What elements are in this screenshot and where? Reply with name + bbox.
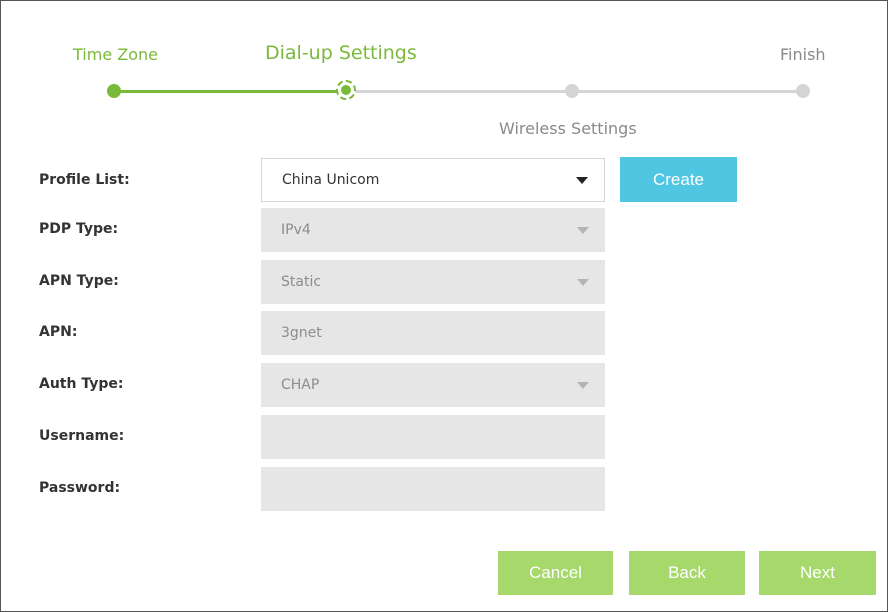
pdp-type-value: IPv4 bbox=[281, 222, 311, 238]
progress-track-complete bbox=[114, 90, 348, 93]
apn-label: APN: bbox=[39, 324, 78, 340]
quick-setup-panel: Time Zone Dial-up Settings Wireless Sett… bbox=[0, 0, 888, 612]
chevron-down-icon bbox=[577, 227, 589, 234]
apn-type-label: APN Type: bbox=[39, 273, 119, 289]
step-dot-wireless-settings bbox=[565, 84, 579, 98]
pdp-type-label: PDP Type: bbox=[39, 221, 119, 237]
step-wireless-settings: Wireless Settings bbox=[499, 119, 637, 138]
auth-type-label: Auth Type: bbox=[39, 376, 124, 392]
step-finish: Finish bbox=[780, 45, 826, 64]
next-button[interactable]: Next bbox=[759, 551, 876, 595]
step-dialup-settings: Dial-up Settings bbox=[265, 42, 417, 64]
step-dot-dialup-settings bbox=[336, 80, 356, 100]
username-label: Username: bbox=[39, 428, 125, 444]
auth-type-select[interactable]: CHAP bbox=[261, 363, 605, 407]
password-label: Password: bbox=[39, 480, 121, 496]
apn-type-select[interactable]: Static bbox=[261, 260, 605, 304]
create-button[interactable]: Create bbox=[620, 157, 737, 202]
back-button[interactable]: Back bbox=[629, 551, 745, 595]
step-time-zone: Time Zone bbox=[73, 45, 158, 64]
profile-list-value: China Unicom bbox=[282, 172, 380, 188]
username-input[interactable] bbox=[261, 415, 605, 459]
step-dot-finish bbox=[796, 84, 810, 98]
profile-list-label: Profile List: bbox=[39, 172, 130, 188]
apn-value: 3gnet bbox=[281, 325, 322, 341]
profile-list-select[interactable]: China Unicom bbox=[261, 158, 605, 202]
chevron-down-icon bbox=[577, 279, 589, 286]
apn-input[interactable]: 3gnet bbox=[261, 311, 605, 355]
password-input[interactable] bbox=[261, 467, 605, 511]
auth-type-value: CHAP bbox=[281, 377, 320, 393]
step-dot-time-zone bbox=[107, 84, 121, 98]
chevron-down-icon bbox=[576, 177, 588, 184]
chevron-down-icon bbox=[577, 382, 589, 389]
cancel-button[interactable]: Cancel bbox=[498, 551, 613, 595]
apn-type-value: Static bbox=[281, 274, 322, 290]
pdp-type-select[interactable]: IPv4 bbox=[261, 208, 605, 252]
step-dot-current-inner bbox=[341, 85, 351, 95]
